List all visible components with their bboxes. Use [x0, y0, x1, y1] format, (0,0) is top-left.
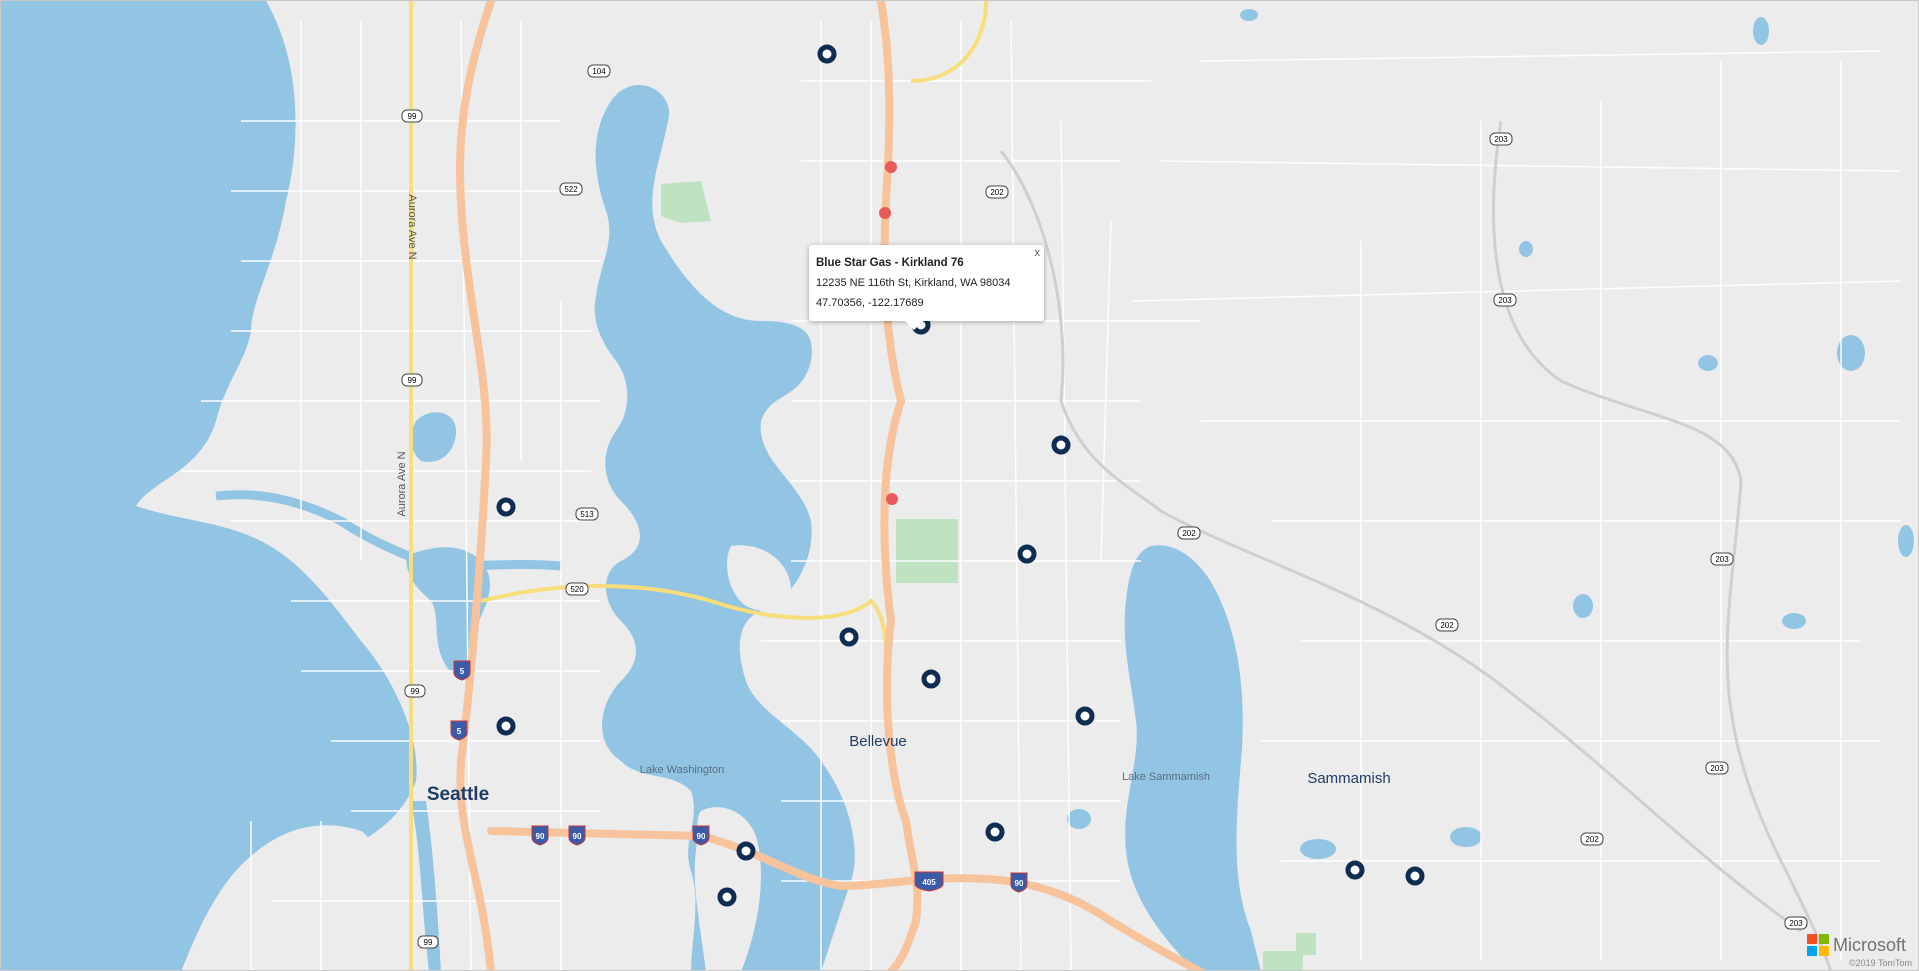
fuel-icon [885, 161, 897, 173]
city-label-seattle: Seattle [427, 784, 489, 805]
interstate-shield: 405 [914, 871, 944, 892]
route-shield: 203 [1710, 552, 1734, 566]
gas-station-marker[interactable] [985, 822, 1005, 842]
svg-text:99: 99 [408, 112, 417, 121]
pond [1753, 17, 1769, 45]
pond [1573, 594, 1593, 618]
map-layer[interactable]: 104 99 522 99 513 520 99 99 202 202 202 … [1, 1, 1919, 971]
route-shield: 99 [401, 109, 423, 123]
svg-text:5: 5 [460, 667, 465, 676]
svg-text:99: 99 [408, 376, 417, 385]
svg-text:202: 202 [1440, 621, 1454, 630]
gas-station-marker[interactable] [496, 716, 516, 736]
route-shield: 203 [1493, 293, 1517, 307]
interstate-shield: 90 [692, 825, 710, 846]
svg-text:513: 513 [580, 510, 594, 519]
microsoft-logo-icon [1806, 934, 1829, 956]
route-shield: 202 [1177, 526, 1201, 540]
gas-station-marker[interactable] [1051, 435, 1071, 455]
city-label-sammamish: Sammamish [1307, 770, 1390, 787]
interstate-shield: 90 [1010, 872, 1028, 893]
svg-text:90: 90 [536, 832, 545, 841]
copyright-text: ©2019 TomTom [1849, 958, 1912, 968]
route-shield: 99 [404, 684, 426, 698]
svg-text:203: 203 [1710, 764, 1724, 773]
pond [1698, 355, 1718, 371]
route-shield: 520 [565, 582, 589, 596]
gas-station-marker[interactable] [1345, 860, 1365, 880]
route-shield: 104 [587, 64, 611, 78]
lake-label-sammamish: Lake Sammamish [1122, 771, 1210, 783]
gas-station-marker[interactable] [921, 669, 941, 689]
pond [1519, 241, 1533, 257]
route-shield: 202 [1580, 832, 1604, 846]
gas-station-marker[interactable] [736, 841, 756, 861]
svg-text:104: 104 [592, 67, 606, 76]
svg-text:203: 203 [1715, 555, 1729, 564]
gas-station-marker[interactable] [1405, 866, 1425, 886]
route-shield: 203 [1784, 916, 1808, 930]
popup-address: 12235 NE 116th St, Kirkland, WA 98034 [816, 277, 1011, 289]
park [1263, 951, 1303, 970]
popup-coordinates: 47.70356, -122.17689 [816, 297, 924, 309]
route-shield: 99 [401, 373, 423, 387]
svg-text:203: 203 [1789, 919, 1803, 928]
fuel-icon [886, 493, 898, 505]
interstate-shield: 5 [453, 660, 471, 681]
interstate-shield: 90 [568, 825, 586, 846]
pond [1300, 839, 1336, 859]
pond [1898, 525, 1914, 557]
svg-text:90: 90 [573, 832, 582, 841]
route-shield: 202 [1435, 618, 1459, 632]
gas-station-marker[interactable] [839, 627, 859, 647]
fuel-icon [879, 207, 891, 219]
interstate-shield: 90 [531, 825, 549, 846]
info-popup: x Blue Star Gas - Kirkland 76 12235 NE 1… [809, 243, 1044, 330]
route-shield: 522 [559, 182, 583, 196]
park [896, 519, 958, 583]
svg-text:405: 405 [922, 878, 936, 887]
gas-station-marker[interactable] [1075, 706, 1095, 726]
popup-title: Blue Star Gas - Kirkland 76 [816, 257, 964, 269]
gas-station-marker[interactable] [817, 44, 837, 64]
gas-station-marker[interactable] [717, 887, 737, 907]
city-label-bellevue: Bellevue [849, 733, 907, 750]
route-shield: 203 [1489, 132, 1513, 146]
popup-close-button[interactable]: x [1035, 243, 1041, 263]
gas-station-marker[interactable] [496, 497, 516, 517]
svg-text:202: 202 [1585, 835, 1599, 844]
route-shield: 203 [1705, 761, 1729, 775]
svg-text:90: 90 [697, 832, 706, 841]
route-shield: 513 [575, 507, 599, 521]
svg-text:203: 203 [1494, 135, 1508, 144]
microsoft-attribution: Microsoft [1806, 934, 1906, 956]
route-shield: 202 [985, 185, 1009, 199]
lake-label-washington: Lake Washington [640, 764, 725, 776]
pond [1450, 827, 1482, 847]
svg-text:202: 202 [1182, 529, 1196, 538]
pond [1067, 809, 1091, 829]
svg-text:99: 99 [424, 938, 433, 947]
svg-text:203: 203 [1498, 296, 1512, 305]
svg-text:522: 522 [564, 185, 578, 194]
street-label-aurora-north: Aurora Ave N [406, 194, 418, 259]
svg-text:5: 5 [457, 727, 462, 736]
pond [1782, 613, 1806, 629]
svg-text:99: 99 [411, 687, 420, 696]
svg-text:520: 520 [570, 585, 584, 594]
gas-station-marker[interactable] [1017, 544, 1037, 564]
street-label-aurora-south: Aurora Ave N [396, 451, 408, 516]
svg-text:202: 202 [990, 188, 1004, 197]
map-canvas[interactable]: 104 99 522 99 513 520 99 99 202 202 202 … [0, 0, 1919, 971]
interstate-shield: 5 [450, 720, 468, 741]
svg-text:90: 90 [1015, 879, 1024, 888]
pond [1240, 9, 1258, 21]
microsoft-wordmark: Microsoft [1832, 934, 1906, 955]
route-shield: 99 [417, 935, 439, 949]
